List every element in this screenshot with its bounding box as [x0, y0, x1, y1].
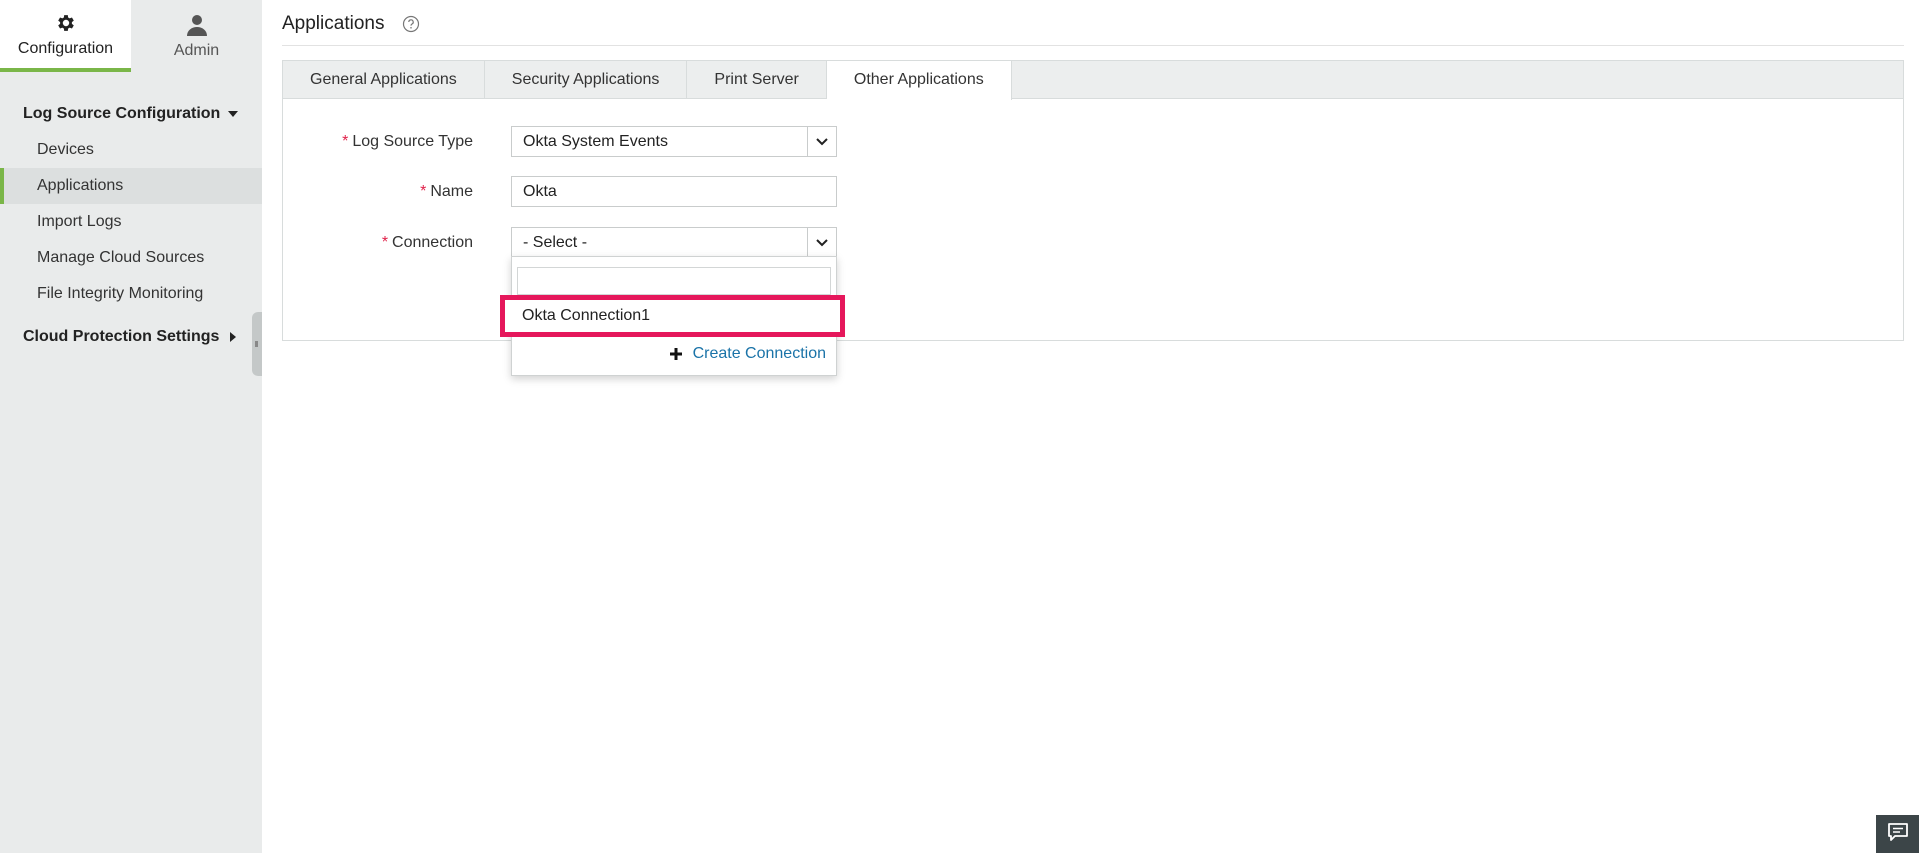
- sidebar: Configuration Admin Log Source Configura…: [0, 0, 262, 853]
- name-input-value: Okta: [523, 183, 557, 200]
- divider: [282, 45, 1904, 46]
- section-title: Log Source Configuration: [23, 105, 221, 122]
- section-cloud-protection-settings[interactable]: Cloud Protection Settings: [0, 319, 262, 355]
- sidebar-item-file-integrity-monitoring[interactable]: File Integrity Monitoring: [0, 276, 262, 312]
- caret-down-icon: [226, 107, 240, 121]
- section-log-source-configuration[interactable]: Log Source Configuration: [0, 96, 262, 132]
- required-mark: *: [342, 133, 349, 150]
- tab-admin[interactable]: Admin: [131, 0, 262, 72]
- tab-print-server[interactable]: Print Server: [687, 61, 827, 99]
- log-source-type-label-text: Log Source Type: [352, 133, 473, 150]
- connection-label-text: Connection: [392, 234, 473, 251]
- name-label: * Name: [420, 176, 473, 208]
- caret-right-icon: [226, 330, 240, 344]
- sidebar-item-manage-cloud-sources[interactable]: Manage Cloud Sources: [0, 240, 262, 276]
- required-mark: *: [381, 234, 389, 251]
- sidebar-item-import-logs[interactable]: Import Logs: [0, 204, 262, 240]
- applications-panel: General Applications Security Applicatio…: [282, 60, 1904, 376]
- sidebar-item-devices[interactable]: Devices: [0, 132, 262, 168]
- tab-security-applications[interactable]: Security Applications: [485, 61, 688, 99]
- sidebar-item-applications[interactable]: Applications: [0, 168, 262, 204]
- log-source-type-select[interactable]: Okta System Events: [511, 126, 837, 157]
- form-row-log-source-type: * Log Source Type Okta System Events: [283, 126, 903, 158]
- dropdown-option-okta-connection1[interactable]: Okta Connection1: [500, 295, 845, 337]
- form-row-name: * Name Okta: [283, 176, 903, 208]
- chat-button[interactable]: [1876, 815, 1919, 853]
- gear-icon: [53, 10, 79, 36]
- chevron-down-icon[interactable]: [807, 127, 836, 156]
- connection-dropdown: Okta Connection1 Create Connection: [500, 256, 845, 376]
- section-title: Cloud Protection Settings: [23, 328, 220, 345]
- name-label-text: Name: [430, 183, 473, 200]
- main-content: Applications General Applications Securi…: [282, 0, 1904, 853]
- required-mark: *: [420, 183, 427, 200]
- page-title: Applications: [282, 13, 385, 34]
- help-circle-icon[interactable]: [402, 15, 420, 33]
- sidebar-menu: Log Source Configuration Devices Applica…: [0, 72, 262, 355]
- connection-select[interactable]: - Select -: [511, 227, 837, 258]
- name-input[interactable]: Okta: [511, 176, 837, 207]
- connection-value: - Select -: [523, 234, 588, 251]
- chat-icon: [1887, 822, 1909, 847]
- dropdown-search-input[interactable]: [517, 267, 831, 295]
- tab-bar: General Applications Security Applicatio…: [283, 61, 1903, 100]
- connection-label: * Connection: [382, 227, 473, 259]
- create-connection-link[interactable]: Create Connection: [669, 343, 826, 365]
- tab-admin-label: Admin: [173, 42, 220, 59]
- plus-icon: [669, 347, 683, 361]
- log-source-type-label: * Log Source Type: [342, 126, 473, 158]
- tab-configuration-label: Configuration: [17, 40, 114, 57]
- sidebar-collapse-handle[interactable]: [252, 312, 262, 376]
- tab-other-applications[interactable]: Other Applications: [826, 61, 1012, 100]
- user-icon: [184, 12, 210, 38]
- form-row-connection: * Connection - Select -: [283, 227, 903, 259]
- tab-configuration[interactable]: Configuration: [0, 0, 131, 72]
- tab-general-applications[interactable]: General Applications: [283, 61, 485, 99]
- create-connection-label: Create Connection: [692, 345, 826, 362]
- chevron-down-icon[interactable]: [807, 228, 836, 257]
- top-nav: Configuration Admin: [0, 0, 262, 72]
- log-source-type-value: Okta System Events: [523, 133, 668, 150]
- page-header: Applications: [282, 12, 420, 36]
